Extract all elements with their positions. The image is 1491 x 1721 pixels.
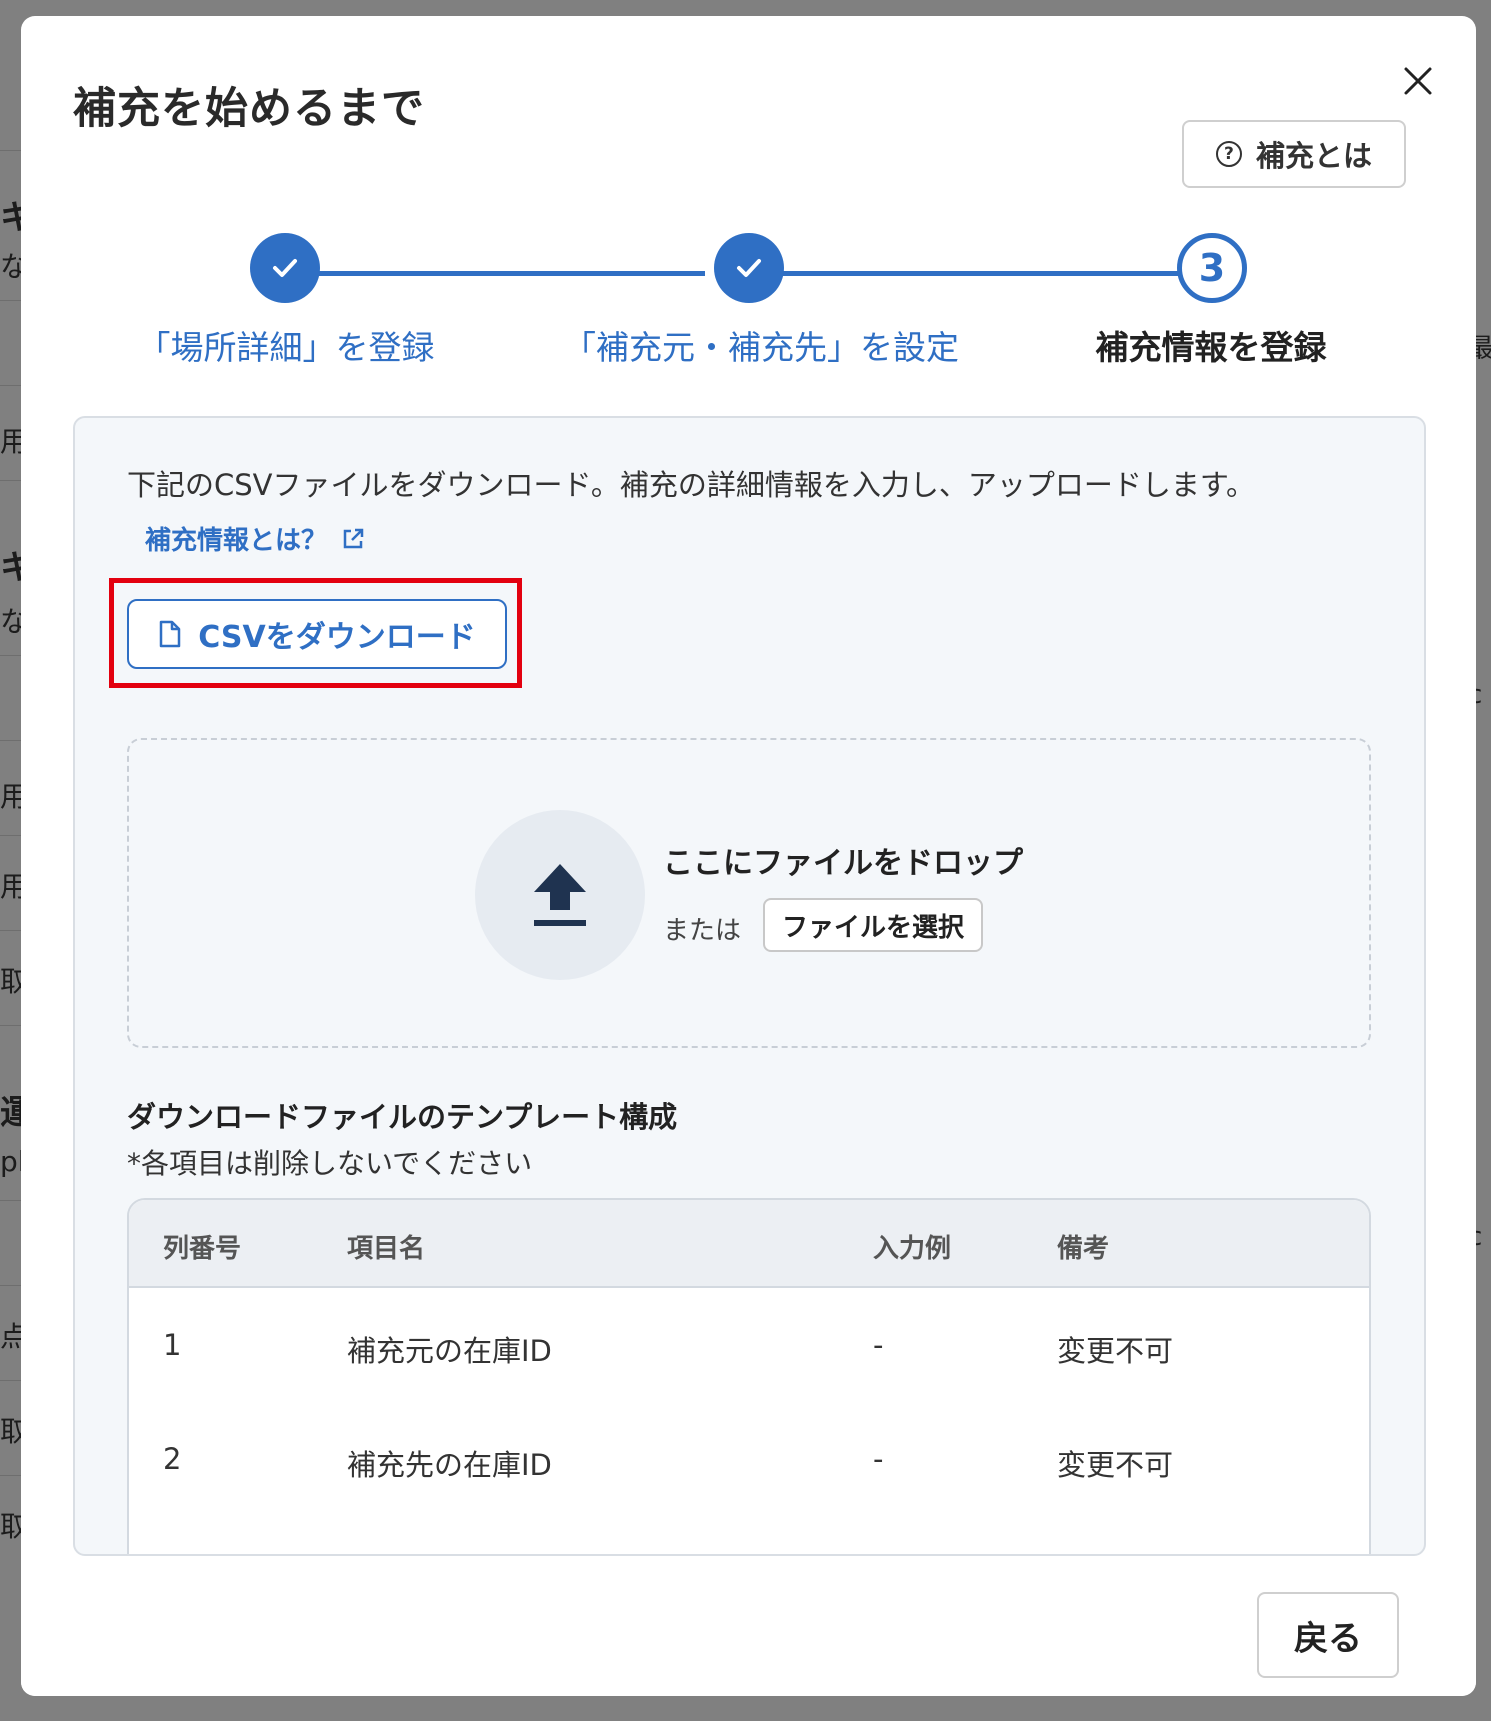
- table-cell: -: [873, 1442, 884, 1476]
- close-button[interactable]: [1391, 54, 1445, 108]
- dropzone-or-text: または: [663, 916, 742, 946]
- upload-icon-container: [475, 810, 645, 980]
- question-icon: ?: [1215, 141, 1242, 167]
- step-3-label: 補充情報を登録: [1095, 328, 1327, 367]
- check-icon: [273, 259, 297, 277]
- info-link-label: 補充情報とは？: [145, 526, 328, 556]
- info-link[interactable]: 補充情報とは？: [145, 520, 365, 557]
- file-icon: [160, 620, 181, 648]
- content-panel: 下記のCSVファイルをダウンロード。補充の詳細情報を入力し、アップロードします。…: [73, 416, 1426, 1556]
- table-cell: 補充元の在庫ID: [347, 1334, 552, 1368]
- step-connector: [285, 271, 705, 276]
- column-header: 列番号: [163, 1234, 242, 1264]
- instructions-text: 下記のCSVファイルをダウンロード。補充の詳細情報を入力し、アップロードします。: [127, 468, 1256, 502]
- modal-footer: 戻る: [21, 1556, 1476, 1696]
- table-row: 1 補充元の在庫ID - 変更不可: [129, 1288, 1369, 1402]
- help-button-label: 補充とは: [1255, 139, 1372, 173]
- template-note: *各項目は削除しないでください: [127, 1147, 533, 1180]
- step-1-label: 「場所詳細」を登録: [137, 328, 435, 367]
- csv-download-label: CSVをダウンロード: [198, 620, 476, 655]
- csv-download-button[interactable]: CSVをダウンロード: [127, 599, 507, 669]
- dropzone-title: ここにファイルをドロップ: [663, 846, 1023, 881]
- close-icon: [1404, 67, 1432, 95]
- template-table: 列番号 項目名 入力例 備考 1 補充元の在庫ID - 変更不可 2 補充先の在…: [127, 1198, 1371, 1554]
- setup-modal: 補充を始めるまで ? 補充とは 3 「場所詳細」を登録 「補充元・補充先」を設定…: [21, 16, 1476, 1696]
- table-cell: 変更不可: [1057, 1448, 1174, 1482]
- table-row: 2 補充先の在庫ID - 変更不可: [129, 1402, 1369, 1516]
- column-header: 項目名: [347, 1234, 426, 1264]
- select-file-button[interactable]: ファイルを選択: [763, 898, 983, 952]
- upload-icon: [534, 864, 586, 926]
- column-header: 入力例: [873, 1234, 952, 1264]
- step-2-label: 「補充元・補充先」を設定: [563, 328, 959, 367]
- file-dropzone[interactable]: ここにファイルをドロップ または ファイルを選択: [127, 738, 1371, 1048]
- step-connector: [749, 271, 1189, 276]
- table-cell: 補充先の在庫ID: [347, 1448, 552, 1482]
- table-cell: 1: [163, 1328, 182, 1362]
- step-number: 3: [1198, 246, 1226, 290]
- template-title: ダウンロードファイルのテンプレート構成: [127, 1100, 678, 1134]
- step-3-indicator: 3: [1177, 233, 1247, 303]
- table-cell: 変更不可: [1057, 1334, 1174, 1368]
- table-cell: -: [873, 1328, 884, 1362]
- help-button[interactable]: ? 補充とは: [1182, 120, 1406, 188]
- check-icon: [737, 259, 761, 277]
- external-link-icon: [343, 528, 364, 548]
- table-cell: 2: [163, 1442, 182, 1476]
- column-header: 備考: [1057, 1234, 1110, 1264]
- back-button[interactable]: 戻る: [1257, 1592, 1399, 1678]
- table-header: 列番号 項目名 入力例 備考: [129, 1200, 1369, 1288]
- step-1-indicator: [250, 233, 320, 303]
- modal-title: 補充を始めるまで: [73, 84, 425, 134]
- step-2-indicator: [714, 233, 784, 303]
